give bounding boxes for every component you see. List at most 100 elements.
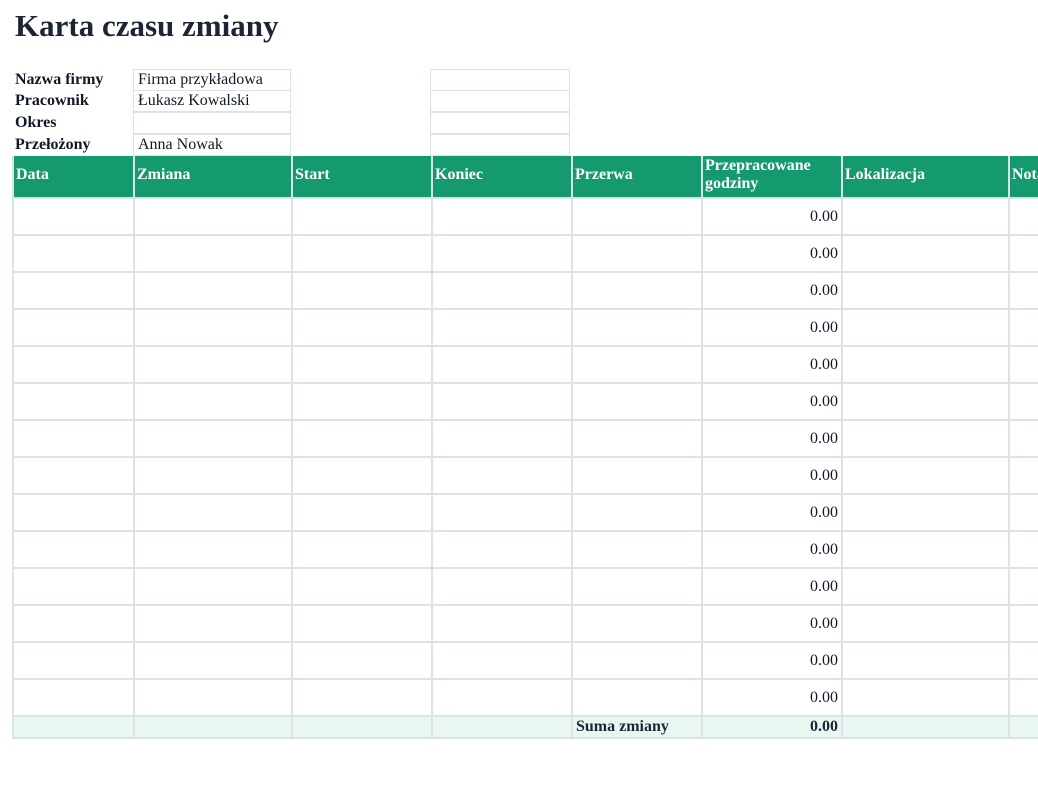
table-cell[interactable] [12,715,135,739]
table-cell[interactable] [571,308,703,347]
table-cell[interactable] [1008,456,1038,495]
hours-cell[interactable]: 0.00 [701,678,843,717]
hours-cell[interactable]: 0.00 [701,567,843,606]
table-cell[interactable] [841,308,1010,347]
table-cell[interactable] [571,604,703,643]
table-cell[interactable] [571,419,703,458]
table-cell[interactable] [1008,604,1038,643]
header-hours[interactable]: Przepracowane godziny [701,156,843,199]
table-cell[interactable] [12,678,135,717]
table-cell[interactable] [841,234,1010,273]
table-cell[interactable] [1008,419,1038,458]
table-cell[interactable] [431,271,573,310]
table-cell[interactable] [431,604,573,643]
table-cell[interactable] [12,641,135,680]
hours-cell[interactable]: 0.00 [701,234,843,273]
table-cell[interactable] [1008,493,1038,532]
header-location[interactable]: Lokalizacja [841,156,1010,199]
table-cell[interactable] [291,604,433,643]
table-cell[interactable] [431,419,573,458]
hours-cell[interactable]: 0.00 [701,419,843,458]
table-cell[interactable] [291,308,433,347]
table-cell[interactable] [431,382,573,421]
table-cell[interactable] [571,530,703,569]
info-extra-cell[interactable] [430,69,570,91]
hours-cell[interactable]: 0.00 [701,345,843,384]
table-cell[interactable] [133,604,293,643]
table-cell[interactable] [12,604,135,643]
table-cell[interactable] [12,567,135,606]
header-break[interactable]: Przerwa [571,156,703,199]
table-cell[interactable] [291,419,433,458]
table-cell[interactable] [12,493,135,532]
table-cell[interactable] [841,345,1010,384]
header-start[interactable]: Start [291,156,433,199]
table-cell[interactable] [571,234,703,273]
table-cell[interactable] [1008,197,1038,236]
table-cell[interactable] [841,567,1010,606]
table-cell[interactable] [291,678,433,717]
table-cell[interactable] [431,715,573,739]
table-cell[interactable] [1008,271,1038,310]
hours-cell[interactable]: 0.00 [701,456,843,495]
table-cell[interactable] [571,493,703,532]
table-cell[interactable] [12,345,135,384]
table-cell[interactable] [571,382,703,421]
table-cell[interactable] [841,197,1010,236]
table-cell[interactable] [571,641,703,680]
table-cell[interactable] [291,234,433,273]
header-shift[interactable]: Zmiana [133,156,293,199]
table-cell[interactable] [133,567,293,606]
table-cell[interactable] [291,271,433,310]
hours-cell[interactable]: 0.00 [701,641,843,680]
table-cell[interactable] [133,382,293,421]
table-cell[interactable] [841,641,1010,680]
table-cell[interactable] [291,530,433,569]
table-cell[interactable] [133,641,293,680]
table-cell[interactable] [133,493,293,532]
table-cell[interactable] [431,641,573,680]
header-date[interactable]: Data [12,156,135,199]
table-cell[interactable] [431,308,573,347]
table-cell[interactable] [1008,567,1038,606]
table-cell[interactable] [291,197,433,236]
hours-cell[interactable]: 0.00 [701,604,843,643]
info-extra-cell[interactable] [430,90,570,112]
table-cell[interactable] [571,271,703,310]
table-cell[interactable] [571,345,703,384]
table-cell[interactable] [571,456,703,495]
table-cell[interactable] [133,197,293,236]
hours-cell[interactable]: 0.00 [701,382,843,421]
table-cell[interactable] [1008,715,1038,739]
employee-field[interactable]: Łukasz Kowalski [133,90,291,112]
table-cell[interactable] [133,271,293,310]
period-field[interactable] [133,112,291,134]
info-extra-cell[interactable] [430,112,570,134]
table-cell[interactable] [431,197,573,236]
table-cell[interactable] [12,197,135,236]
company-field[interactable]: Firma przykładowa [133,69,291,91]
table-cell[interactable] [12,456,135,495]
table-cell[interactable] [12,419,135,458]
table-cell[interactable] [133,530,293,569]
table-cell[interactable] [291,345,433,384]
table-cell[interactable] [431,345,573,384]
table-cell[interactable] [841,715,1010,739]
table-cell[interactable] [571,678,703,717]
table-cell[interactable] [1008,678,1038,717]
table-cell[interactable] [291,567,433,606]
table-cell[interactable] [133,419,293,458]
table-cell[interactable] [841,678,1010,717]
table-cell[interactable] [133,715,293,739]
table-cell[interactable] [841,456,1010,495]
table-cell[interactable] [841,604,1010,643]
table-cell[interactable] [841,493,1010,532]
table-cell[interactable] [12,530,135,569]
header-notes[interactable]: Notatki [1008,156,1038,199]
table-cell[interactable] [291,456,433,495]
table-cell[interactable] [841,530,1010,569]
hours-cell[interactable]: 0.00 [701,197,843,236]
supervisor-field[interactable]: Anna Nowak [133,134,291,156]
table-cell[interactable] [431,530,573,569]
table-cell[interactable] [1008,234,1038,273]
